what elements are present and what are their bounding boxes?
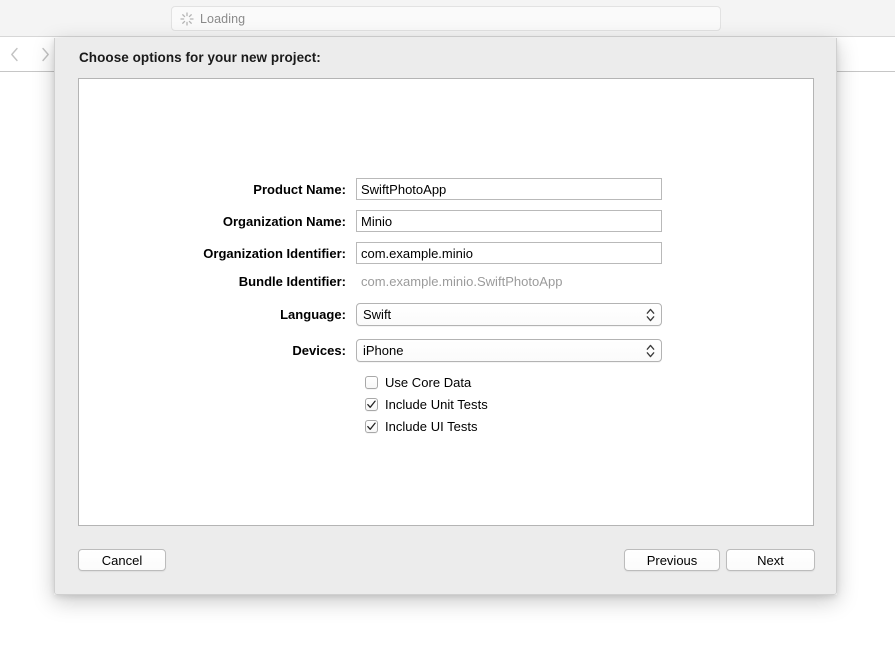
label-bundle-identifier: Bundle Identifier: [79,274,356,289]
dialog-title: Choose options for your new project: [79,50,321,65]
checkbox-include-ui-tests[interactable] [365,420,378,433]
label-organization-identifier: Organization Identifier: [79,246,356,261]
checkbox-row-use-core-data[interactable]: Use Core Data [365,372,488,393]
stepper-updown-icon [646,343,655,359]
status-field: Loading [171,6,721,31]
language-select[interactable]: Swift [356,303,662,326]
label-language: Language: [79,307,356,322]
dialog-content-panel: Product Name: Organization Name: Organiz… [78,78,814,526]
checkbox-use-core-data[interactable] [365,376,378,389]
next-button[interactable]: Next [726,549,815,571]
checkbox-label-include-unit-tests: Include Unit Tests [385,397,488,412]
organization-name-input[interactable] [356,210,662,232]
chevron-left-icon[interactable] [5,44,23,64]
stepper-updown-icon [646,307,655,323]
label-devices: Devices: [79,343,356,358]
devices-select[interactable]: iPhone [356,339,662,362]
label-product-name: Product Name: [79,182,356,197]
form-row-product-name: Product Name: [79,178,815,200]
cancel-button[interactable]: Cancel [78,549,166,571]
checkbox-label-use-core-data: Use Core Data [385,375,471,390]
form-row-organization-identifier: Organization Identifier: [79,242,815,264]
spinner-icon [180,12,194,26]
language-select-value: Swift [363,304,391,325]
nav-arrow-group [5,44,54,64]
checkbox-label-include-ui-tests: Include UI Tests [385,419,478,434]
label-organization-name: Organization Name: [79,214,356,229]
form-row-devices: Devices: iPhone [79,339,815,362]
checkbox-row-include-unit-tests[interactable]: Include Unit Tests [365,394,488,415]
bundle-identifier-value: com.example.minio.SwiftPhotoApp [356,274,563,289]
form-row-organization-name: Organization Name: [79,210,815,232]
devices-select-value: iPhone [363,340,403,361]
checkbox-row-include-ui-tests[interactable]: Include UI Tests [365,416,488,437]
new-project-options-dialog: Choose options for your new project: Pro… [54,38,837,595]
form-row-language: Language: Swift [79,303,815,326]
application-window: Loading Choose options for your new proj… [0,0,895,650]
toolbar: Loading [0,0,895,37]
form-row-bundle-identifier: Bundle Identifier: com.example.minio.Swi… [79,274,815,289]
checkbox-include-unit-tests[interactable] [365,398,378,411]
options-checkbox-group: Use Core Data Include Unit Tests [365,372,488,438]
chevron-right-icon[interactable] [36,44,54,64]
previous-button[interactable]: Previous [624,549,720,571]
organization-identifier-input[interactable] [356,242,662,264]
status-text: Loading [200,12,245,26]
product-name-input[interactable] [356,178,662,200]
